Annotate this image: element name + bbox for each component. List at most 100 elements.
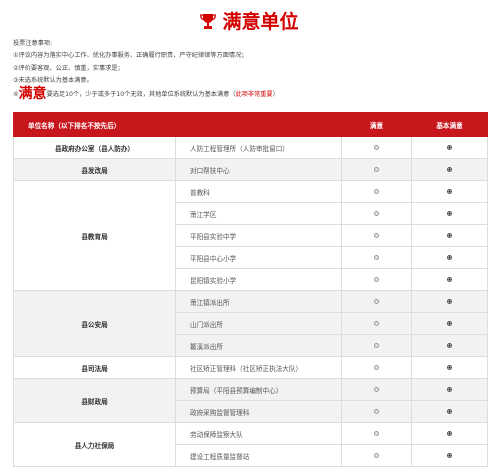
satisfied-radio[interactable] — [374, 167, 379, 172]
sub-unit-name: 政府采购监督管理科 — [175, 400, 342, 423]
satisfied-radio[interactable] — [374, 431, 379, 436]
note-line-3: ③未选系统默认为基本满意。 — [13, 77, 93, 85]
satisfied-radio[interactable] — [374, 255, 379, 260]
basic-satisfied-radio-cell — [411, 378, 488, 401]
basic-satisfied-radio-cell — [411, 268, 488, 291]
basic-satisfied-radio[interactable] — [447, 145, 452, 150]
basic-satisfied-radio[interactable] — [447, 343, 452, 348]
note-line-4-warning: 此项非常重要 — [235, 90, 273, 98]
satisfied-radio[interactable] — [374, 145, 379, 150]
basic-satisfied-radio-cell — [411, 290, 488, 313]
unit-name: 县公安局 — [13, 290, 176, 357]
basic-satisfied-radio[interactable] — [447, 431, 452, 436]
satisfied-radio[interactable] — [374, 343, 379, 348]
note-line-2: ②评价要客观、公正、慎重，实事求是； — [13, 64, 124, 72]
table-row: 县教育局 普教科 — [13, 180, 488, 291]
sub-unit-name: 劳动保障监察大队 — [175, 422, 342, 445]
table-row: 县政府办公室（县人防办） 人防工程管理所（人防审批窗口） — [13, 136, 488, 159]
table-row: 县司法局 社区矫正管理科（社区矫正执法大队） — [13, 356, 488, 379]
satisfied-radio-cell — [341, 378, 412, 401]
sub-unit-name: 普教科 — [175, 180, 342, 203]
basic-satisfied-radio-cell — [411, 136, 488, 159]
voting-notes: 投票注意事项: ①评议内容为落实中心工作、优化办事服务、正确履行职责、严守纪律律… — [13, 38, 493, 101]
basic-satisfied-radio-cell — [411, 444, 488, 467]
notes-heading: 投票注意事项: — [13, 40, 53, 47]
basic-satisfied-radio-cell — [411, 312, 488, 335]
basic-satisfied-radio[interactable] — [447, 277, 452, 282]
basic-satisfied-radio-cell — [411, 356, 488, 379]
basic-satisfied-radio-cell — [411, 334, 488, 357]
satisfied-radio[interactable] — [374, 277, 379, 282]
basic-satisfied-radio-cell — [411, 224, 488, 247]
unit-name: 县人力社保局 — [13, 422, 176, 467]
note-line-4-text: 要选足10个，少于或多于10个无效，其他单位系统默认为基本满意（ — [46, 90, 236, 98]
table-row: 县公安局 萧江镇派出所 — [13, 290, 488, 357]
satisfied-radio-cell — [341, 268, 412, 291]
sub-unit-name: 社区矫正管理科（社区矫正执法大队） — [175, 356, 342, 379]
unit-column-header: 单位名称（以下排名不按先后） — [13, 112, 342, 137]
satisfied-column-header: 满意 — [341, 112, 412, 137]
table-row: 县财政局 预算局（平阳县预算编制中心） — [13, 378, 488, 423]
satisfied-radio-cell — [341, 136, 412, 159]
basic-satisfied-radio[interactable] — [447, 299, 452, 304]
sub-unit-name: 对口帮扶中心 — [175, 158, 342, 181]
satisfied-radio[interactable] — [374, 189, 379, 194]
unit-name: 县发改局 — [13, 158, 176, 181]
basic-satisfied-radio[interactable] — [447, 409, 452, 414]
page-title-text: 满意单位 — [222, 11, 299, 33]
page-title: 满意单位 — [0, 10, 499, 34]
note-line-4-end: ） — [272, 90, 279, 98]
rating-table: 单位名称（以下排名不按先后） 满意 基本满意 县政府办公室（县人防办） 人防工程管… — [13, 112, 488, 467]
basic-satisfied-radio-cell — [411, 158, 488, 181]
basic-satisfied-radio[interactable] — [447, 255, 452, 260]
satisfied-radio[interactable] — [374, 299, 379, 304]
satisfied-radio-cell — [341, 422, 412, 445]
basic-satisfied-radio[interactable] — [447, 387, 452, 392]
basic-satisfied-radio-cell — [411, 400, 488, 423]
satisfied-radio-cell — [341, 202, 412, 225]
sub-unit-name: 萧江镇派出所 — [175, 290, 342, 313]
sub-unit-name: 平阳县实验中学 — [175, 224, 342, 247]
satisfied-radio-cell — [341, 356, 412, 379]
basic-satisfied-radio[interactable] — [447, 365, 452, 370]
satisfied-radio[interactable] — [374, 211, 379, 216]
unit-name: 县教育局 — [13, 180, 176, 291]
note-line-4: ④满意要选足10个，少于或多于10个无效，其他单位系统默认为基本满意（此项非常重… — [13, 85, 493, 102]
satisfied-radio[interactable] — [374, 409, 379, 414]
satisfied-radio-cell — [341, 312, 412, 335]
sub-unit-name: 萧江学区 — [175, 202, 342, 225]
sub-unit-name: 鳌溪派出所 — [175, 334, 342, 357]
basic-satisfied-radio-cell — [411, 180, 488, 203]
note-line-4-emphasis: 满意 — [18, 85, 47, 102]
table-row: 县发改局 对口帮扶中心 — [13, 158, 488, 181]
satisfied-radio-cell — [341, 334, 412, 357]
basic-column-header: 基本满意 — [411, 112, 488, 137]
basic-satisfied-radio-cell — [411, 202, 488, 225]
basic-satisfied-radio[interactable] — [447, 233, 452, 238]
satisfied-radio-cell — [341, 400, 412, 423]
satisfied-radio-cell — [341, 224, 412, 247]
basic-satisfied-radio[interactable] — [447, 453, 452, 458]
sub-unit-name: 昆阳镇实验小学 — [175, 268, 342, 291]
basic-satisfied-radio[interactable] — [447, 167, 452, 172]
sub-unit-name: 人防工程管理所（人防审批窗口） — [175, 136, 342, 159]
unit-name: 县司法局 — [13, 356, 176, 379]
satisfied-radio-cell — [341, 158, 412, 181]
unit-name: 县政府办公室（县人防办） — [13, 136, 176, 159]
trophy-icon — [200, 14, 217, 29]
satisfied-radio[interactable] — [374, 387, 379, 392]
satisfied-radio[interactable] — [374, 365, 379, 370]
basic-satisfied-radio[interactable] — [447, 321, 452, 326]
satisfied-radio-cell — [341, 290, 412, 313]
satisfied-radio-cell — [341, 246, 412, 269]
basic-satisfied-radio[interactable] — [447, 211, 452, 216]
note-line-1: ①评议内容为落实中心工作、优化办事服务、正确履行职责、严守纪律律等方面情况； — [13, 52, 248, 60]
satisfied-radio[interactable] — [374, 233, 379, 238]
satisfied-radio[interactable] — [374, 453, 379, 458]
sub-unit-name: 山门派出所 — [175, 312, 342, 335]
satisfied-radio[interactable] — [374, 321, 379, 326]
basic-satisfied-radio[interactable] — [447, 189, 452, 194]
table-header: 单位名称（以下排名不按先后） 满意 基本满意 — [13, 112, 488, 137]
sub-unit-name: 预算局（平阳县预算编制中心） — [175, 378, 342, 401]
unit-name: 县财政局 — [13, 378, 176, 423]
